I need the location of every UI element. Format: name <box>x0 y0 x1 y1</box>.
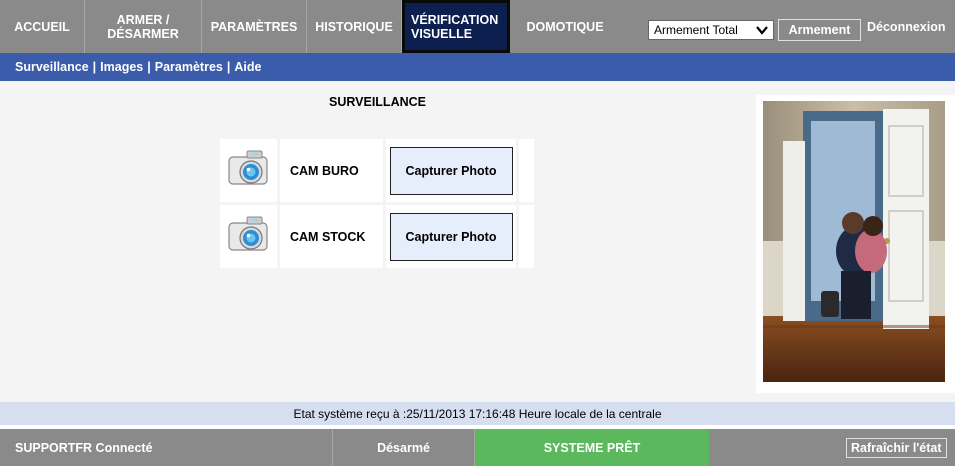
system-ready-badge: SYSTEME PRÊT <box>475 429 709 466</box>
nav-label: ACCUEIL <box>14 19 70 34</box>
nav-parametres[interactable]: PARAMÈTRES <box>202 0 307 53</box>
logout-link[interactable]: Déconnexion <box>867 0 946 53</box>
nav-domotique[interactable]: DOMOTIQUE <box>510 0 620 53</box>
nav-verification-visuelle[interactable]: VÉRIFICATION VISUELLE <box>402 0 510 53</box>
chevron-down-icon <box>756 22 768 41</box>
system-status-line: Etat système reçu à :25/11/2013 17:16:48… <box>0 402 955 425</box>
camera-icon <box>227 214 271 259</box>
arming-mode-value: Armement Total <box>654 23 738 37</box>
camera-name: CAM STOCK <box>280 205 383 268</box>
connected-user: SUPPORTFR Connecté <box>0 429 333 466</box>
arming-state: Désarmé <box>333 429 475 466</box>
nav-armer-desarmer[interactable]: ARMER / DÉSARMER <box>85 0 202 53</box>
subnav-images[interactable]: Images <box>100 60 143 74</box>
arm-button[interactable]: Armement <box>778 19 861 41</box>
page-title: SURVEILLANCE <box>328 95 426 109</box>
table-cell-spacer <box>519 139 534 202</box>
refresh-status-button[interactable]: Rafraîchir l'état <box>846 438 947 458</box>
subnav-aide[interactable]: Aide <box>234 60 261 74</box>
capture-button-cell: Capturer Photo <box>386 139 516 202</box>
camera-row: CAM STOCK Capturer Photo <box>220 205 534 268</box>
subnav-parametres[interactable]: Paramètres <box>155 60 223 74</box>
top-navigation: ACCUEIL ARMER / DÉSARMER PARAMÈTRES HIST… <box>0 0 955 53</box>
nav-accueil[interactable]: ACCUEIL <box>0 0 85 53</box>
main-content: SURVEILLANCE CAM BURO Capturer Photo CAM… <box>0 81 955 402</box>
camera-icon-cell <box>220 139 277 202</box>
table-cell-spacer <box>519 205 534 268</box>
capture-photo-button[interactable]: Capturer Photo <box>389 212 513 261</box>
nav-label: VÉRIFICATION VISUELLE <box>411 12 499 41</box>
sub-navigation: Surveillance | Images | Paramètres | Aid… <box>0 53 955 81</box>
camera-icon-cell <box>220 205 277 268</box>
capture-photo-button[interactable]: Capturer Photo <box>389 146 513 195</box>
nav-label: PARAMÈTRES <box>210 19 298 34</box>
subnav-separator: | <box>147 60 151 74</box>
camera-icon <box>227 148 271 193</box>
camera-row: CAM BURO Capturer Photo <box>220 139 534 202</box>
nav-label: DOMOTIQUE <box>526 19 604 34</box>
arming-mode-select[interactable]: Armement Total <box>648 20 774 40</box>
nav-label: HISTORIQUE <box>315 19 393 34</box>
subnav-separator: | <box>92 60 97 74</box>
nav-historique[interactable]: HISTORIQUE <box>307 0 402 53</box>
subnav-separator: | <box>226 60 231 74</box>
subnav-surveillance[interactable]: Surveillance <box>15 60 89 74</box>
nav-label: ARMER / DÉSARMER <box>107 12 179 41</box>
capture-button-cell: Capturer Photo <box>386 205 516 268</box>
promo-photo-frame <box>756 95 955 393</box>
camera-name: CAM BURO <box>280 139 383 202</box>
homecoming-photo <box>763 101 945 382</box>
footer-bar: SUPPORTFR Connecté Désarmé SYSTEME PRÊT … <box>0 429 955 466</box>
